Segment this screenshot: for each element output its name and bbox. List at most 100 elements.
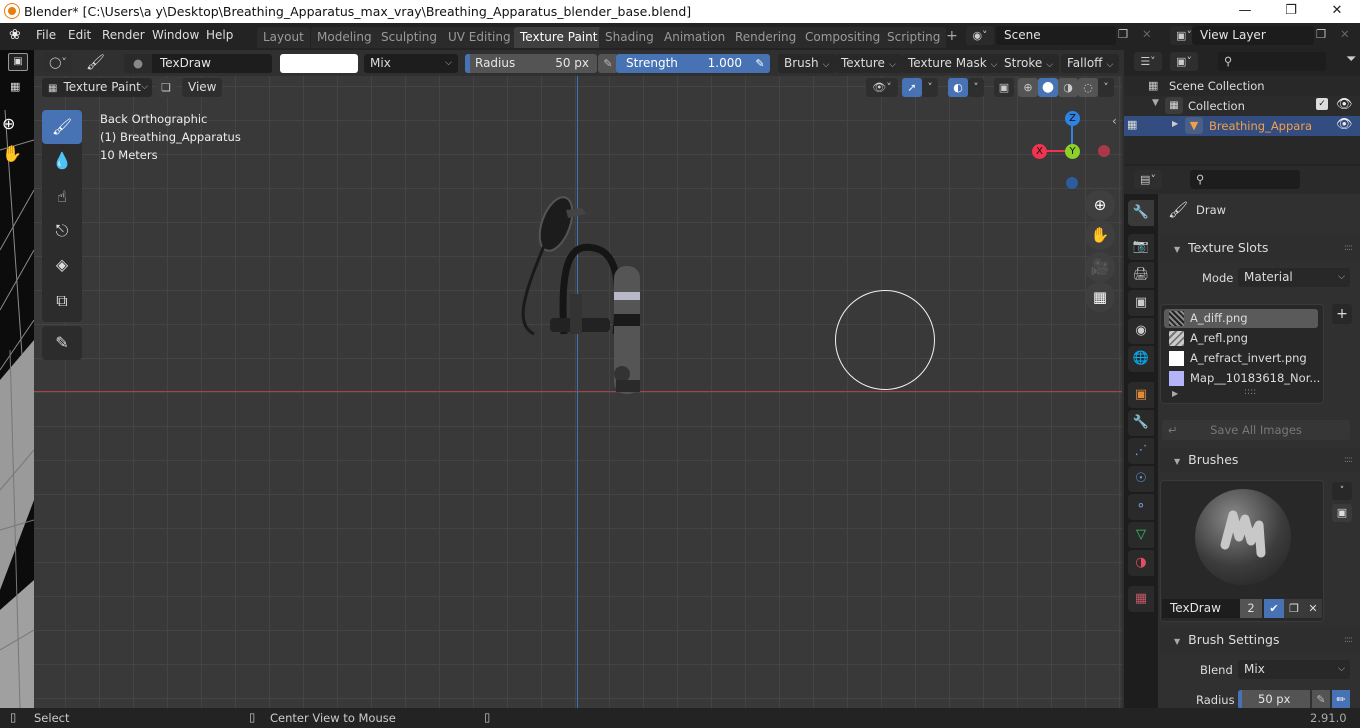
blender-menu-icon[interactable]: ❀ [9, 27, 21, 43]
view-layer-field[interactable]: View Layer [1192, 26, 1314, 45]
sidebar-toggle-chevron-icon[interactable]: ‹ [1112, 114, 1117, 128]
minimize-button[interactable]: — [1222, 0, 1268, 23]
annotate-tool-icon[interactable]: ✎ [42, 326, 82, 360]
add-workspace-button[interactable]: + [946, 28, 958, 44]
data-tab-icon[interactable]: ▽ [1128, 522, 1154, 548]
render-tab-icon[interactable]: 📷 [1128, 234, 1154, 260]
radius-pressure-icon[interactable]: ✎ [598, 54, 618, 73]
collapse-triangle-icon[interactable]: ▼ [1152, 98, 1159, 108]
brush-color-swatch[interactable] [280, 54, 358, 73]
camera-icon[interactable]: 🎥 [1085, 252, 1115, 282]
mode-dropdown[interactable]: ▦ Texture Paint ⌵ [42, 78, 152, 97]
material-tab-icon[interactable]: ◑ [1128, 550, 1154, 576]
clone-tool-icon[interactable]: ⎋ [42, 214, 82, 248]
scene-tab-icon[interactable]: ◉ [1128, 318, 1154, 344]
add-slot-button[interactable]: + [1332, 304, 1352, 324]
properties-editor-type-icon[interactable]: ▤˅ [1134, 170, 1162, 189]
gizmo-y-axis[interactable]: Y [1065, 144, 1080, 159]
drag-grip-icon[interactable]: :::: [1344, 448, 1353, 472]
brush-image-icon[interactable]: ▣ [1332, 504, 1352, 522]
object-tab-icon[interactable]: ▣ [1128, 382, 1154, 408]
radius-unit-icon[interactable]: ✏ [1332, 690, 1350, 709]
radius-slider[interactable]: Radius 50 px [465, 54, 597, 73]
mask-toggle-icon[interactable]: ❏ [156, 78, 176, 97]
material-preview-shading-icon[interactable]: ◑ [1058, 78, 1078, 97]
save-all-images-button[interactable]: ↵ Save All Images [1162, 420, 1350, 440]
duplicate-brush-icon[interactable]: ❐ [1284, 599, 1304, 618]
brush-preview-icon[interactable]: ● [124, 54, 152, 73]
tab-layout[interactable]: Layout [257, 27, 310, 48]
view-menu[interactable]: View [182, 78, 223, 97]
tab-uv-editing[interactable]: UV Editing [442, 27, 517, 48]
physics-tab-icon[interactable]: ☉ [1128, 466, 1154, 492]
menu-help[interactable]: Help [206, 28, 233, 42]
delete-view-layer-icon[interactable]: ✕ [1340, 27, 1350, 41]
outliner-row-collection[interactable]: ▼ ▦ Collection ✓ 👁 [1124, 96, 1360, 116]
outliner-display-mode-icon[interactable]: ☰˅ [1134, 52, 1162, 71]
texture-slot-item[interactable]: A_refract_invert.png [1164, 349, 1318, 368]
gizmo-x-axis[interactable]: X [1032, 144, 1047, 159]
overlay-toggle-icon[interactable]: ◐ [948, 78, 968, 97]
gizmo-toggle-icon[interactable]: ➚ [902, 78, 922, 97]
grid-icon[interactable]: ▦ [1085, 282, 1115, 312]
exclude-checkbox[interactable]: ✓ [1316, 98, 1328, 110]
strength-slider[interactable]: Strength 1.000 [616, 54, 756, 73]
eye-icon[interactable]: 👁 [1336, 97, 1353, 112]
texture-menu[interactable]: Texture ⌵ [835, 54, 902, 73]
texture-tab-icon[interactable]: ▦ [1128, 586, 1154, 612]
tab-modeling[interactable]: Modeling [311, 27, 378, 48]
maximize-button[interactable]: ❐ [1268, 0, 1314, 23]
brush-name-field[interactable]: TexDraw [1162, 599, 1240, 618]
slot-mode-dropdown[interactable]: Material ⌵ [1238, 268, 1350, 287]
menu-file[interactable]: File [36, 28, 56, 42]
texture-slot-item[interactable]: A_diff.png [1164, 309, 1318, 328]
brush-name-field[interactable]: TexDraw [152, 54, 272, 73]
mask-tool-icon[interactable]: ⧉ [42, 284, 82, 318]
tab-compositing[interactable]: Compositing [799, 27, 887, 48]
solid-shading-icon[interactable]: ● [1038, 78, 1058, 97]
strength-pressure-icon[interactable]: ✎ [750, 54, 770, 73]
smear-tool-icon[interactable]: ☝ [42, 180, 82, 214]
scene-selector-icon[interactable]: ◉˅ [966, 26, 994, 45]
blend-dropdown[interactable]: Mix ⌵ [1238, 660, 1350, 679]
tab-sculpting[interactable]: Sculpting [375, 27, 444, 48]
list-resize-grip-icon[interactable]: :::: [1244, 387, 1256, 397]
visibility-selector-icon[interactable]: 👁˅ [866, 78, 898, 97]
shading-dropdown-icon[interactable]: ˅ [1098, 78, 1114, 97]
brush-radius-slider[interactable]: 50 px [1238, 690, 1310, 709]
constraints-tab-icon[interactable]: ⚬ [1128, 494, 1154, 520]
brush-settings-panel-header[interactable]: ▼ Brush Settings :::: [1160, 628, 1360, 652]
filter-icon[interactable]: ⏷ [1346, 52, 1356, 67]
stroke-menu[interactable]: Stroke ⌵ [998, 54, 1060, 73]
radius-pressure-icon[interactable]: ✎ [1312, 690, 1330, 709]
breathing-apparatus-model[interactable] [504, 194, 654, 394]
draw-tool-icon[interactable]: 🖌 [42, 110, 82, 144]
outliner-search-input[interactable]: ⚲ [1218, 52, 1326, 71]
texture-slot-item[interactable]: Map__10183618_Nor... [1164, 369, 1320, 388]
tool-tab-icon[interactable]: 🔧 [1128, 200, 1154, 226]
rendered-shading-icon[interactable]: ◌ [1078, 78, 1098, 97]
fake-user-shield-icon[interactable]: ✔ [1264, 599, 1284, 618]
3d-viewport[interactable]: ▦ Texture Paint ⌵ ❏ View 👁˅ ➚ ˅ ◐ ˅ ▣ ⊕ ● … [34, 76, 1122, 708]
expand-triangle-icon[interactable]: ▶ [1172, 389, 1178, 398]
tab-texture-paint[interactable]: Texture Paint [514, 27, 604, 48]
outliner-item-scene-collection[interactable]: Scene Collection [1169, 79, 1265, 93]
brush-list-dropdown-icon[interactable]: ˅ [1332, 482, 1352, 500]
menu-render[interactable]: Render [102, 28, 145, 42]
zoom-icon[interactable]: ⊕ [1085, 190, 1115, 220]
expand-triangle-icon[interactable]: ▶ [1172, 119, 1178, 128]
hand-icon[interactable]: ✋ [2, 144, 22, 163]
wireframe-shading-icon[interactable]: ⊕ [1018, 78, 1038, 97]
soften-tool-icon[interactable]: 💧 [42, 144, 82, 178]
brush-users-count[interactable]: 2 [1240, 599, 1262, 618]
brush-menu[interactable]: Brush ⌵ [778, 54, 836, 73]
texture-slot-item[interactable]: A_refl.png [1164, 329, 1318, 348]
new-scene-icon[interactable]: ❐ [1118, 27, 1128, 41]
brushes-panel-header[interactable]: ▼ Brushes :::: [1160, 448, 1360, 472]
new-view-layer-icon[interactable]: ❐ [1316, 27, 1326, 41]
scene-name-field[interactable]: Scene [996, 26, 1116, 45]
outliner-row-breathing-apparatus[interactable]: ▦ ▶ ▼ Breathing_Apparatus 👁 [1124, 116, 1360, 136]
delete-scene-icon[interactable]: ✕ [1142, 27, 1152, 41]
view-layer-tab-icon[interactable]: ▣ [1128, 290, 1154, 316]
tool-settings-icon[interactable]: ◯˅ [44, 53, 72, 72]
